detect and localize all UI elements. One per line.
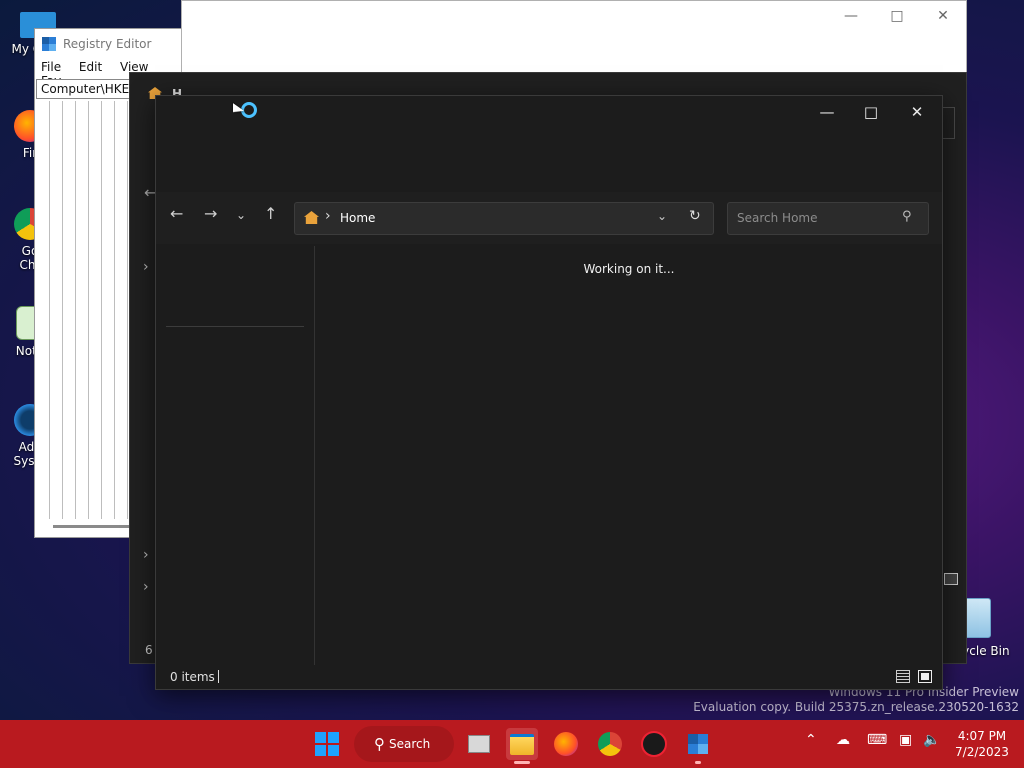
details-view-icon[interactable] <box>896 670 910 683</box>
volume-icon[interactable]: 🔈 <box>923 732 940 748</box>
minimize-button[interactable]: — <box>828 1 874 31</box>
loading-message: Working on it... <box>583 262 675 276</box>
address-text: Computer\HKEY_ <box>41 82 143 96</box>
pane-splitter[interactable] <box>314 246 315 665</box>
close-button[interactable]: ✕ <box>894 96 940 128</box>
chrome-icon <box>598 732 622 756</box>
nav-pane-divider <box>166 326 304 327</box>
breadcrumb-separator-icon: › <box>325 208 331 224</box>
registry-icon <box>42 37 56 51</box>
registry-icon <box>688 734 708 754</box>
navigation-pane[interactable] <box>156 244 314 665</box>
menu-file[interactable]: File <box>41 60 61 74</box>
expand-chevron-icon[interactable]: › <box>143 259 149 275</box>
watermark-line2: Evaluation copy. Build 25375.zn_release.… <box>693 700 1019 714</box>
tree-pane[interactable] <box>37 101 129 519</box>
item-count: 0 items <box>170 670 215 684</box>
search-icon: ⚲ <box>374 735 385 753</box>
home-icon <box>304 211 319 224</box>
taskbar-chrome[interactable] <box>594 728 626 760</box>
network-icon[interactable]: ▣ <box>899 732 912 748</box>
preview-pane-icon[interactable] <box>944 573 958 585</box>
taskbar-registry-editor[interactable] <box>682 728 714 764</box>
status-separator <box>218 670 219 683</box>
folder-icon <box>510 733 534 755</box>
task-view-button[interactable] <box>463 728 495 760</box>
file-explorer-window[interactable]: — □ ✕ ← → ⌄ ↑ › Home ⌄ ↻ Search Home ⚲ W… <box>155 95 943 690</box>
taskbar-search[interactable]: ⚲ Search <box>354 726 454 762</box>
gear-icon <box>641 731 667 757</box>
windows-logo-icon <box>315 732 339 756</box>
recent-locations-chevron-icon[interactable]: ⌄ <box>236 208 246 222</box>
firefox-icon <box>554 732 578 756</box>
minimize-button[interactable]: — <box>804 96 850 128</box>
forward-arrow-icon[interactable]: → <box>204 204 217 223</box>
tiles-view-icon[interactable] <box>918 670 932 683</box>
maximize-button[interactable]: □ <box>874 1 920 31</box>
close-button[interactable]: ✕ <box>920 1 966 31</box>
taskbar-app-red[interactable] <box>638 728 670 760</box>
keyboard-icon[interactable]: ⌨ <box>867 732 887 748</box>
expand-chevron-icon[interactable]: › <box>143 547 149 563</box>
clock-time: 4:07 PM <box>957 729 1007 743</box>
back-arrow-icon[interactable]: ← <box>170 204 183 223</box>
start-button[interactable] <box>311 728 343 760</box>
address-bar-edge <box>942 107 955 139</box>
address-dropdown-chevron-icon[interactable]: ⌄ <box>657 209 667 223</box>
active-indicator <box>695 761 701 764</box>
task-view-icon <box>468 735 490 753</box>
maximize-button[interactable]: □ <box>848 96 894 128</box>
window-title: Registry Editor <box>63 37 152 51</box>
clock[interactable]: 4:07 PM 7/2/2023 <box>952 728 1012 760</box>
menu-edit[interactable]: Edit <box>79 60 102 74</box>
show-hidden-icons-chevron-icon[interactable]: ⌃ <box>805 732 817 748</box>
up-arrow-icon[interactable]: ↑ <box>264 204 277 223</box>
taskbar-search-label: Search <box>389 737 431 751</box>
refresh-icon[interactable]: ↻ <box>689 208 701 224</box>
toolbar-area <box>156 136 942 192</box>
onedrive-icon[interactable]: ☁ <box>836 732 850 748</box>
taskbar: ⚲ Search ⌃ ☁ ⌨ ▣ 🔈 4:07 PM 7/2/2023 <box>0 720 1024 768</box>
search-icon: ⚲ <box>902 209 912 224</box>
active-indicator <box>514 761 530 764</box>
taskbar-firefox[interactable] <box>550 728 582 760</box>
search-input[interactable]: Search Home <box>737 211 817 225</box>
horizontal-scrollbar[interactable] <box>53 525 133 528</box>
content-area[interactable]: Working on it... <box>316 244 942 665</box>
address-bar[interactable]: › Home ⌄ ↻ <box>294 202 714 235</box>
search-box[interactable]: Search Home ⚲ <box>727 202 929 235</box>
clock-date: 7/2/2023 <box>955 745 1009 759</box>
status-bar: 0 items <box>156 665 942 689</box>
breadcrumb-home[interactable]: Home <box>340 211 375 225</box>
taskbar-file-explorer[interactable] <box>506 728 538 764</box>
expand-chevron-icon[interactable]: › <box>143 579 149 595</box>
